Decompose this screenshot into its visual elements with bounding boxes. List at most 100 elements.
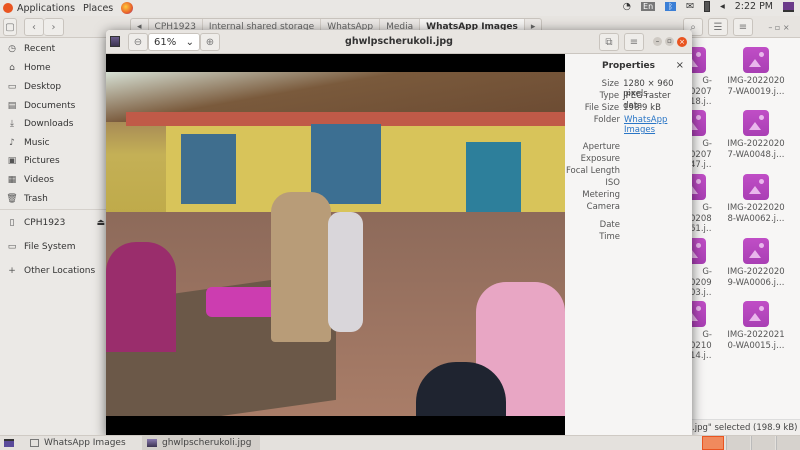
menu-button[interactable]: ≡	[624, 33, 644, 51]
taskbar: WhatsApp Images ghwlpscherukoli.jpg	[0, 435, 800, 450]
sidebar-item-other-locations[interactable]: + Other Locations	[0, 262, 107, 280]
phone-icon: ▯	[9, 218, 15, 228]
file-item[interactable]: IMG-20220207-WA0019.j…	[723, 47, 789, 97]
status-bar: .jpg" selected (198.9 kB)	[688, 419, 800, 435]
sidebar-item-home[interactable]: ⌂ Home	[0, 59, 107, 77]
fullscreen-button[interactable]: ⧉	[599, 33, 619, 51]
file-item[interactable]: G-0210-14.j…	[690, 301, 712, 362]
sidebar-item-label: File System	[24, 242, 76, 252]
sidebar-item-label: Documents	[24, 101, 76, 111]
file-item[interactable]: G-0207-47.j…	[690, 110, 712, 171]
date-row: Date	[599, 220, 620, 230]
image-file-icon	[743, 110, 769, 136]
image-viewer-window: ⊖ 61% ⌄ ⊕ ghwlpscherukoli.jpg ⧉ ≡ – ▫ × P…	[106, 30, 692, 436]
sidebar-item-label: Desktop	[24, 82, 62, 92]
clock[interactable]: 2:22 PM	[735, 1, 773, 12]
file-item[interactable]: G-0207-18.j…	[690, 47, 712, 108]
top-panel: Applications Places ◔ En ᛒ ✉ ◂ 2:22 PM	[0, 0, 800, 16]
pictures-icon: ▣	[7, 156, 17, 166]
exif-row: Metering	[582, 190, 620, 200]
view-list-button[interactable]: ☰	[708, 18, 728, 36]
sidebar-item-label: Other Locations	[24, 266, 96, 276]
plus-icon: +	[8, 266, 16, 276]
workspace-switcher[interactable]	[726, 436, 750, 450]
sidebar-item-downloads[interactable]: ⤓ Downloads	[0, 115, 107, 133]
sidebar-item-desktop[interactable]: ▭ Desktop	[0, 78, 107, 96]
sidebar: ◷ Recent ⌂ Home ▭ Desktop ▤ Documents ⤓ Downl…	[0, 38, 107, 435]
taskbar-label: ghwlpscherukoli.jpg	[162, 438, 252, 448]
show-desktop-icon[interactable]	[4, 439, 14, 447]
photo	[106, 72, 565, 416]
sidebar-item-label: Recent	[24, 44, 56, 54]
exif-row: Aperture	[582, 142, 620, 152]
volume-icon[interactable]: ◂	[720, 1, 725, 12]
minimize-button[interactable]: –	[653, 37, 662, 46]
window-controls[interactable]: – ▫ ×	[760, 18, 798, 36]
file-item[interactable]: IMG-20220207-WA0048.j…	[723, 110, 789, 160]
taskbar-item-viewer[interactable]: ghwlpscherukoli.jpg	[142, 436, 260, 450]
taskbar-item-files[interactable]: WhatsApp Images	[25, 436, 135, 450]
maximize-button[interactable]: ▫	[665, 37, 674, 46]
firefox-icon[interactable]	[121, 2, 134, 14]
sidebar-item-label: Videos	[24, 175, 54, 185]
exif-row: Exposure	[580, 154, 620, 164]
trash-icon: 🗑	[6, 194, 18, 204]
taskbar-label: WhatsApp Images	[44, 438, 126, 448]
sidebar-item-label: Trash	[24, 194, 48, 204]
image-canvas[interactable]	[106, 54, 565, 436]
file-item[interactable]: G-0208-61.j…	[690, 174, 712, 235]
bluetooth-icon[interactable]: ᛒ	[665, 2, 676, 11]
applications-menu[interactable]: Applications	[17, 3, 75, 14]
sidebar-item-videos[interactable]: ▦ Videos	[0, 171, 107, 189]
desktop-icon: ▭	[7, 82, 17, 92]
sidebar-toggle-button[interactable]: ▢	[3, 18, 17, 36]
sidebar-item-label: Home	[24, 63, 51, 73]
battery-icon[interactable]	[703, 1, 710, 12]
properties-panel: Properties × Size 1280 × 960 pixels Type J…	[565, 54, 692, 436]
close-button[interactable]: ×	[677, 37, 687, 47]
workspace-switcher[interactable]	[751, 436, 775, 450]
file-item[interactable]: IMG-20220210-WA0015.j…	[723, 301, 789, 351]
file-name: IMG-20220207-WA0019.j…	[727, 76, 785, 97]
sidebar-item-cph1923[interactable]: ▯ CPH1923 ⏏	[0, 214, 107, 232]
power-icon[interactable]	[783, 1, 794, 12]
documents-icon: ▤	[7, 101, 17, 111]
forward-button[interactable]: ›	[44, 18, 64, 36]
back-button[interactable]: ‹	[24, 18, 44, 36]
menu-button[interactable]: ≡	[733, 18, 753, 36]
image-file-icon	[690, 238, 706, 264]
file-item[interactable]: G-0209-03.j…	[690, 238, 712, 299]
image-file-icon	[690, 47, 706, 73]
property-row: File Size 198.9 kB	[584, 103, 661, 113]
sidebar-item-pictures[interactable]: ▣ Pictures	[0, 152, 107, 170]
mail-icon[interactable]: ✉	[686, 1, 694, 12]
eject-icon[interactable]: ⏏	[96, 218, 105, 228]
sidebar-item-file-system[interactable]: ▭ File System	[0, 238, 107, 256]
ubuntu-logo-icon	[3, 3, 13, 13]
sidebar-item-documents[interactable]: ▤ Documents	[0, 97, 107, 115]
sidebar-item-label: CPH1923	[24, 218, 66, 228]
close-properties-button[interactable]: ×	[676, 60, 684, 71]
exif-row: Camera	[586, 202, 620, 212]
workspace-switcher-active[interactable]	[702, 436, 724, 450]
places-menu[interactable]: Places	[83, 3, 113, 14]
image-file-icon	[743, 238, 769, 264]
folder-link[interactable]: WhatsApp Images	[624, 115, 669, 135]
file-item[interactable]: IMG-20220209-WA0006.j…	[723, 238, 789, 288]
download-icon: ⤓	[10, 119, 14, 129]
file-item[interactable]: IMG-20220208-WA0062.j…	[723, 174, 789, 224]
workspace-switcher[interactable]	[776, 436, 800, 450]
sidebar-item-label: Pictures	[24, 156, 60, 166]
file-name: IMG-20220209-WA0006.j…	[727, 267, 785, 288]
image-icon	[147, 439, 157, 447]
divider	[0, 209, 107, 210]
sidebar-item-trash[interactable]: 🗑 Trash	[0, 190, 107, 208]
sidebar-item-recent[interactable]: ◷ Recent	[0, 40, 107, 58]
file-name: IMG-20220208-WA0062.j…	[727, 203, 785, 224]
keyboard-indicator[interactable]: En	[641, 2, 656, 11]
file-name: IMG-20220210-WA0015.j…	[727, 330, 785, 351]
sidebar-item-music[interactable]: ♪ Music	[0, 134, 107, 152]
image-file-icon	[743, 301, 769, 327]
wifi-icon[interactable]: ◔	[623, 1, 631, 12]
home-icon: ⌂	[9, 63, 15, 73]
